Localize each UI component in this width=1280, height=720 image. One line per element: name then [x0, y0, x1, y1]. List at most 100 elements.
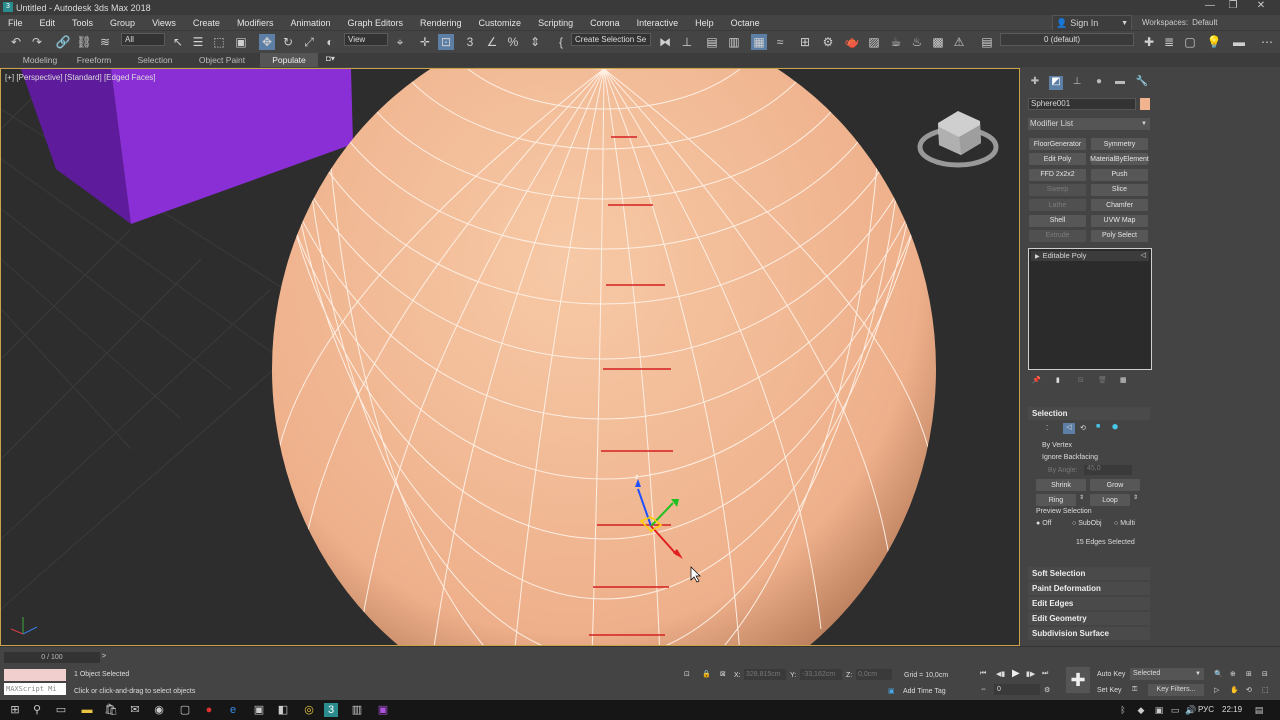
unlink-icon[interactable]: ⛓ [76, 34, 92, 50]
schematic-view-icon[interactable]: ⊞ [797, 34, 813, 50]
named-selection-dropdown[interactable]: Create Selection Se [571, 33, 651, 46]
by-angle-spinner[interactable]: 45,0 [1084, 465, 1132, 475]
go-to-end-icon[interactable]: ⏭ [1042, 670, 1048, 678]
ring-button[interactable]: Ring [1036, 494, 1076, 506]
maxscript-listener-top[interactable] [4, 669, 66, 681]
maxscript-mini-listener[interactable]: MAXScript Mi [4, 683, 66, 695]
tab-modeling[interactable]: Modeling [12, 53, 68, 67]
select-object-icon[interactable]: ↖ [170, 34, 186, 50]
menu-scripting[interactable]: Scripting [530, 18, 582, 28]
purple-box-object[interactable] [21, 69, 353, 224]
select-by-name-icon[interactable]: ☰ [190, 34, 206, 50]
clock[interactable]: 22:19 [1222, 705, 1242, 714]
edit-named-sets-icon[interactable]: { [553, 34, 569, 50]
bind-space-warp-icon[interactable]: ≋ [97, 34, 113, 50]
modifier-button-slice[interactable]: Slice [1091, 183, 1148, 196]
sphere-object[interactable] [252, 69, 956, 646]
redo-icon[interactable]: ↷ [29, 34, 45, 50]
layer-dropdown[interactable]: 0 (default) [1000, 33, 1134, 46]
create-layer-icon[interactable]: ✚ [1141, 34, 1157, 50]
previous-frame-icon[interactable]: ◀▮ [996, 670, 1005, 678]
stack-item-editable-poly[interactable]: ▶ Editable Poly ◁ [1031, 251, 1149, 261]
render-icon[interactable]: ☕ [888, 34, 904, 50]
curve-editor-icon[interactable]: ≈ [772, 34, 788, 50]
absolute-mode-icon[interactable]: ⊠ [720, 670, 726, 678]
menu-corona[interactable]: Corona [582, 18, 629, 28]
menu-edit[interactable]: Edit [32, 18, 65, 28]
ignore-backfacing-checkbox[interactable]: Ignore Backfacing [1042, 454, 1098, 461]
window-crossing-icon[interactable]: ▣ [233, 34, 249, 50]
border-mode-icon[interactable]: ⟲ [1080, 424, 1086, 432]
ring-spinner-icon[interactable]: ⇕ [1079, 494, 1084, 501]
set-key-button[interactable]: Set Key [1097, 687, 1122, 694]
modifier-list-dropdown[interactable]: Modifier List ▼ [1028, 118, 1150, 130]
modifier-button-chamfer[interactable]: Chamfer [1091, 199, 1148, 212]
set-key-big-icon[interactable]: ✚ [1066, 667, 1090, 693]
show-end-result-icon[interactable]: ▮ [1056, 376, 1060, 384]
menu-customize[interactable]: Customize [471, 18, 531, 28]
workspace-selector[interactable]: Workspaces: Default [1142, 15, 1278, 29]
warning-icon[interactable]: ⚠ [951, 34, 967, 50]
rollout-edit-geometry[interactable]: Edit Geometry [1028, 612, 1150, 625]
loop-button[interactable]: Loop [1090, 494, 1130, 506]
preview-off-radio[interactable]: ● Off [1036, 520, 1051, 527]
expand-icon[interactable]: ⋯ [1259, 34, 1275, 50]
menu-animation[interactable]: Animation [282, 18, 339, 28]
tray-icon-1[interactable]: ◆ [1134, 703, 1148, 717]
menu-modifiers[interactable]: Modifiers [229, 18, 283, 28]
windows-start-icon[interactable]: ⊞ [8, 703, 22, 717]
vertex-mode-icon[interactable]: ⁚ [1046, 424, 1048, 432]
undo-icon[interactable]: ↶ [8, 34, 24, 50]
modifier-button-symmetry[interactable]: Symmetry [1091, 138, 1148, 150]
menu-interactive[interactable]: Interactive [629, 18, 688, 28]
tab-selection[interactable]: Selection [126, 53, 184, 67]
zoom-extents-icon[interactable]: ⊞ [1246, 670, 1252, 678]
render-setup-icon[interactable]: 🫖 [844, 34, 860, 50]
viewport-perspective[interactable]: z [+] [Perspective] [Standard] [Edged Fa… [0, 68, 1020, 646]
move-icon[interactable]: ✥ [259, 34, 275, 50]
x-coordinate-field[interactable]: 328,815cm [744, 669, 786, 680]
select-manipulate-icon[interactable]: ✛ [417, 34, 433, 50]
language-indicator[interactable]: РУС [1198, 705, 1214, 714]
create-tab-icon[interactable]: ✚ [1028, 76, 1042, 90]
task-view-icon[interactable]: ▭ [54, 703, 68, 717]
rollout-soft-selection[interactable]: Soft Selection [1028, 567, 1150, 580]
layer-explorer-icon[interactable]: ▥ [726, 34, 742, 50]
modifier-button-shell[interactable]: Shell [1029, 214, 1086, 227]
zoom-all-icon[interactable]: ⊕ [1230, 670, 1236, 678]
search-icon[interactable]: ⚲ [30, 703, 44, 717]
go-to-start-icon[interactable]: ⏮ [980, 670, 986, 678]
rollout-subdivision-surface[interactable]: Subdivision Surface [1028, 627, 1150, 640]
render-iterative-icon[interactable]: ♨ [909, 34, 925, 50]
auto-key-button[interactable]: Auto Key [1097, 671, 1125, 678]
modify-tab-icon[interactable]: ◩ [1049, 76, 1063, 90]
modifier-button-poly-select[interactable]: Poly Select [1091, 229, 1148, 242]
align-icon[interactable]: ⊥ [679, 34, 695, 50]
rendered-frame-icon[interactable]: ▨ [866, 34, 882, 50]
app-icon-2[interactable]: ▢ [178, 703, 192, 717]
preview-subobj-radio[interactable]: ○ SubObj [1072, 520, 1102, 527]
tray-icon-2[interactable]: ▣ [1152, 703, 1166, 717]
grow-button[interactable]: Grow [1090, 479, 1140, 491]
rect-selection-icon[interactable]: ⬚ [211, 34, 227, 50]
scene-explorer-icon[interactable]: ▤ [704, 34, 720, 50]
menu-help[interactable]: Help [687, 18, 723, 28]
mail-icon[interactable]: ✉ [128, 703, 142, 717]
percent-snap-icon[interactable]: % [505, 34, 521, 50]
next-key-icon[interactable]: ▮▶ [1026, 670, 1035, 678]
motion-tab-icon[interactable]: ● [1092, 76, 1106, 90]
menu-graph-editors[interactable]: Graph Editors [339, 18, 412, 28]
pan-icon[interactable]: ✋ [1230, 686, 1239, 694]
delete-layer-icon[interactable]: ▢ [1182, 34, 1198, 50]
keyboard-shortcut-icon[interactable]: ⊡ [438, 34, 454, 50]
spinner-snap-icon[interactable]: ⇕ [527, 34, 543, 50]
layer-stack-icon[interactable]: ≣ [1161, 34, 1177, 50]
app-icon-1[interactable]: ◉ [152, 703, 166, 717]
preview-multi-radio[interactable]: ○ Multi [1114, 520, 1135, 527]
time-tag-icon[interactable]: ▣ [888, 687, 895, 695]
viewport-label[interactable]: [+] [Perspective] [Standard] [Edged Face… [5, 73, 156, 82]
selection-lock-icon[interactable]: 🔒 [702, 670, 711, 678]
modifier-button-materialbyelement[interactable]: MaterialByElement [1090, 153, 1149, 166]
pivot-center-icon[interactable]: ⌖ [392, 34, 408, 50]
field-of-view-icon[interactable]: ▷ [1214, 686, 1219, 694]
